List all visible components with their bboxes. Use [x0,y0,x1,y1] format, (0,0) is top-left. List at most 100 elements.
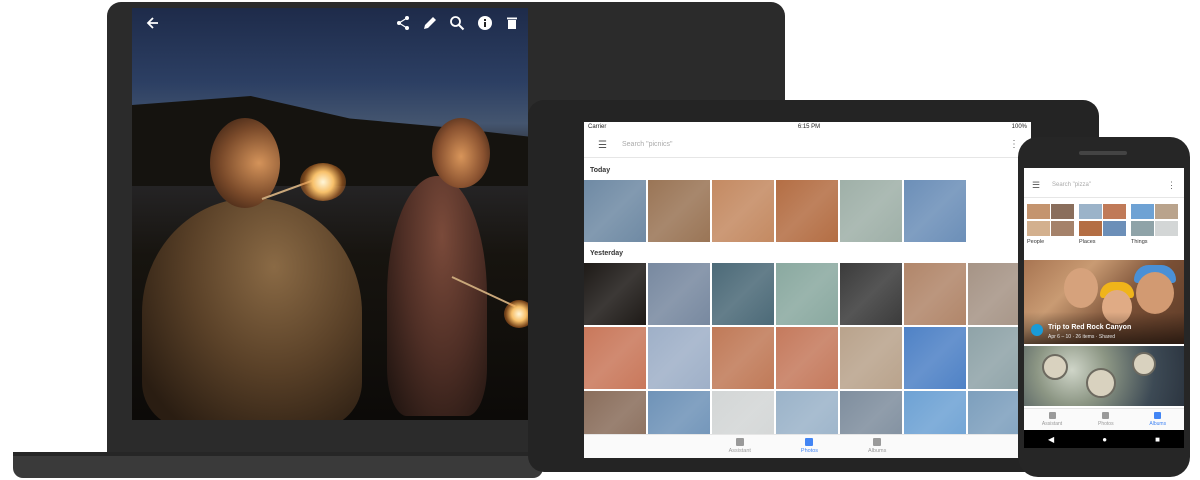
nav-label: Albums [1149,421,1167,427]
category-label: People [1027,239,1045,245]
photo-thumbnail[interactable] [776,180,838,242]
category-places[interactable]: Places [1079,204,1127,245]
more-vert-icon[interactable]: ⋮ [1009,139,1019,150]
section-header-today: Today [590,167,611,174]
nav-label: Albums [868,448,887,454]
photo-thumbnail [1131,204,1154,219]
photo-thumbnail[interactable] [776,327,838,389]
battery-label: 100% [1011,124,1027,130]
nav-albums[interactable]: Albums [868,435,886,458]
phone-photos-app: ☰ Search "pizza" ⋮ People Places Things Tr… [1024,168,1184,448]
menu-icon[interactable]: ☰ [1032,180,1040,191]
category-people[interactable]: People [1027,204,1075,245]
carrier-label: Carrier [588,124,607,130]
photo-thumbnail [1155,220,1178,236]
albums-icon [873,438,882,446]
search-bar[interactable]: ☰ Search "pizza" ⋮ [1024,174,1184,198]
search-input[interactable]: Search "picnics" [622,141,673,148]
category-thumbnails [1079,204,1127,236]
photo-thumbnail[interactable] [648,180,710,242]
search-bar[interactable]: ☰ Search "picnics" ⋮ [584,134,1031,158]
zoom-icon[interactable] [448,14,466,32]
photo-thumbnail[interactable] [840,263,902,325]
photo-thumbnail[interactable] [584,263,646,325]
photo-thumbnail[interactable] [712,327,774,389]
photo-thumbnail[interactable] [840,180,902,242]
photo-thumbnail [1027,204,1050,219]
photo-thumbnail[interactable] [712,180,774,242]
recents-icon[interactable]: ■ [1155,435,1160,444]
category-things[interactable]: Things [1131,204,1179,245]
section-header-yesterday: Yesterday [590,250,624,257]
photo-thumbnail[interactable] [648,327,710,389]
category-thumbnails [1027,204,1075,236]
photo-thumbnail [1103,220,1126,236]
more-vert-icon[interactable]: ⋮ [1167,180,1176,191]
category-label: Places [1079,239,1096,245]
category-label: Things [1131,239,1148,245]
photo-thumbnail[interactable] [840,327,902,389]
photo-thumbnail[interactable] [904,327,966,389]
photos-icon [1102,412,1110,419]
back-icon[interactable]: ◀ [1048,435,1054,444]
home-icon[interactable]: ● [1102,435,1107,444]
album-title: Trip to Red Rock Canyon [1048,324,1132,331]
album-subtitle: Apr 6 – 10 · 26 items · Shared [1048,334,1115,340]
nav-label: Assistant [728,448,751,454]
nav-photos[interactable]: Photos [1098,409,1114,430]
photos-icon [805,438,814,446]
assistant-icon [1048,412,1056,419]
marshmallow-flame [504,300,528,328]
albums-icon [1154,412,1162,419]
nav-label: Photos [800,448,819,454]
photo-thumbnail [1027,220,1050,236]
photo-grid-yesterday [584,327,1030,389]
arrow-back-icon[interactable] [144,14,162,32]
bottom-nav: Assistant Photos Albums [1024,408,1184,430]
system-nav-bar: ◀ ● ■ [1024,430,1184,448]
bottom-nav: Assistant Photos Albums [584,434,1031,458]
tablet-photos-app: Carrier 6:15 PM 100% ☰ Search "picnics" … [584,122,1031,458]
photo-thumbnail [1131,220,1154,236]
photo-boy [387,176,487,416]
info-icon[interactable] [476,14,494,32]
category-thumbnails [1131,204,1179,236]
photo-grid-yesterday [584,263,1030,325]
photo-thumbnail [1079,220,1102,236]
nav-photos[interactable]: Photos [801,435,818,458]
photo-thumbnail[interactable] [904,263,966,325]
photo-thumbnail[interactable] [584,327,646,389]
marshmallow-flame [300,163,346,201]
category-row: People Places Things [1027,204,1179,245]
share-icon[interactable] [394,14,412,32]
photo-thumbnail [1155,204,1178,219]
photo-thumbnail [1051,220,1074,236]
photo-thumbnail[interactable] [584,180,646,242]
photo-thumbnail [1079,204,1102,219]
clock: 6:15 PM [797,124,821,130]
photo-thumbnail[interactable] [776,263,838,325]
viewer-toolbar [132,8,528,38]
nav-assistant[interactable]: Assistant [1042,409,1062,430]
photo-thumbnail[interactable] [712,263,774,325]
photo-thumbnail [1103,204,1126,219]
nav-label: Photos [1098,421,1114,427]
nav-albums[interactable]: Albums [1149,409,1166,430]
photo-thumbnail[interactable] [1024,346,1184,406]
photo-grid-today [584,180,966,242]
photo-thumbnail[interactable] [648,263,710,325]
nav-label: Assistant [1041,421,1063,427]
nav-assistant[interactable]: Assistant [729,435,751,458]
search-input[interactable]: Search "pizza" [1052,182,1091,188]
photo-woman [142,198,362,420]
photo-thumbnail [1051,204,1074,219]
status-bar: Carrier 6:15 PM 100% [584,122,1031,132]
assistant-icon [735,438,744,446]
delete-icon[interactable] [503,14,521,32]
album-card[interactable]: Trip to Red Rock Canyon Apr 6 – 10 · 26 … [1024,260,1184,344]
phone-speaker [1079,151,1127,155]
edit-icon[interactable] [421,14,439,32]
photo-viewer [132,8,528,420]
photo-thumbnail[interactable] [904,180,966,242]
menu-icon[interactable]: ☰ [598,140,607,152]
